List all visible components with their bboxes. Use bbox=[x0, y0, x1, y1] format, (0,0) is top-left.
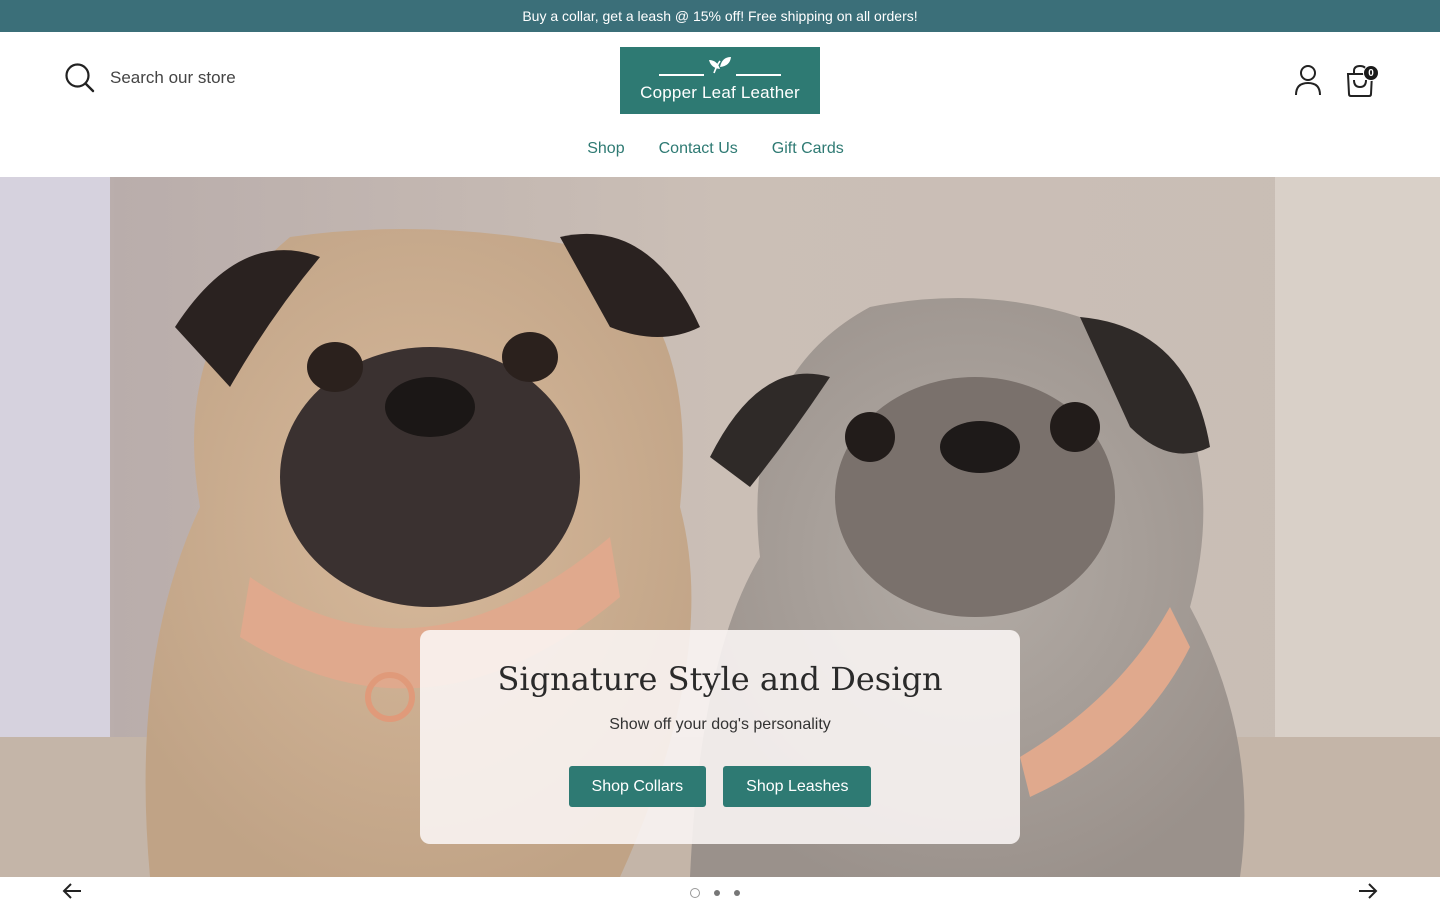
nav-item-contact-us[interactable]: Contact Us bbox=[659, 140, 738, 158]
cart-count-badge: 0 bbox=[1363, 65, 1379, 81]
slide-dot-1[interactable] bbox=[690, 888, 700, 898]
slider-controls bbox=[0, 877, 1440, 900]
cart-button[interactable]: 0 bbox=[1344, 64, 1384, 98]
nav-item-shop[interactable]: Shop bbox=[587, 140, 624, 158]
announcement-bar: Buy a collar, get a leash @ 15% off! Fre… bbox=[0, 0, 1440, 32]
nav-item-gift-cards[interactable]: Gift Cards bbox=[772, 140, 844, 158]
site-header: Copper Leaf Leather 0 Shop Contact Us Gi… bbox=[0, 32, 1440, 177]
hero-slideshow: Signature Style and Design Show off your… bbox=[0, 177, 1440, 877]
hero-buttons: Shop Collars Shop Leashes bbox=[568, 766, 872, 807]
hero-caption-card: Signature Style and Design Show off your… bbox=[420, 630, 1020, 844]
store-logo[interactable]: Copper Leaf Leather bbox=[620, 47, 820, 114]
arrow-right-icon[interactable] bbox=[1358, 883, 1378, 899]
leaf-icon bbox=[659, 57, 781, 76]
slide-dot-3[interactable] bbox=[734, 890, 740, 896]
slide-dots bbox=[690, 888, 740, 898]
hero-subtitle: Show off your dog's personality bbox=[609, 716, 831, 733]
main-nav: Shop Contact Us Gift Cards bbox=[0, 140, 1440, 158]
search-input[interactable] bbox=[110, 68, 390, 88]
logo-text: Copper Leaf Leather bbox=[640, 83, 800, 102]
announcement-text: Buy a collar, get a leash @ 15% off! Fre… bbox=[522, 8, 918, 24]
search-icon[interactable] bbox=[64, 62, 96, 94]
hero-title: Signature Style and Design bbox=[497, 660, 943, 698]
shop-collars-button[interactable]: Shop Collars bbox=[568, 766, 707, 807]
shop-leashes-button[interactable]: Shop Leashes bbox=[723, 766, 872, 807]
slide-dot-2[interactable] bbox=[714, 890, 720, 896]
arrow-left-icon[interactable] bbox=[62, 883, 82, 899]
search-bar[interactable] bbox=[64, 62, 390, 94]
account-icon[interactable] bbox=[1293, 64, 1323, 96]
